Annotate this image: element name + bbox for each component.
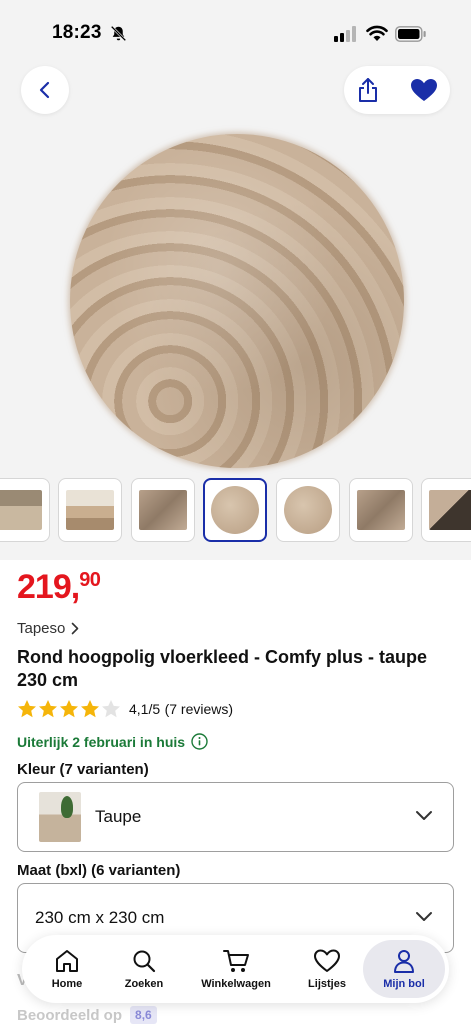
chevron-down-icon <box>416 912 432 921</box>
thumbnail-image <box>139 490 187 530</box>
delivery-text: Uiterlijk 2 februari in huis <box>17 733 186 750</box>
price: 219,90 <box>17 568 101 607</box>
thumbnail-active[interactable] <box>203 478 267 542</box>
star-icon <box>81 700 99 718</box>
size-value: 230 cm x 230 cm <box>35 908 165 927</box>
thumbnail[interactable] <box>131 478 195 542</box>
rated-on: Beoordeeld op 8,6 <box>17 1006 157 1024</box>
thumbnail[interactable] <box>58 478 122 542</box>
nav-label: Zoeken <box>124 978 164 990</box>
color-select[interactable]: Taupe <box>17 782 454 852</box>
info-icon[interactable] <box>191 733 208 750</box>
thumbnail[interactable] <box>0 478 50 542</box>
star-icon <box>18 700 36 718</box>
star-rating <box>17 699 121 719</box>
star-icon <box>39 700 57 718</box>
product-title: Rond hoogpolig vloerkleed - Comfy plus -… <box>17 647 428 690</box>
nav-search[interactable]: Zoeken <box>112 935 176 1003</box>
price-main: 219, <box>17 568 80 606</box>
color-value: Taupe <box>95 807 142 826</box>
thumbnail[interactable] <box>276 478 340 542</box>
rated-on-text: Beoordeeld op <box>17 1006 123 1024</box>
heart-filled-icon[interactable] <box>410 78 438 102</box>
cart-icon <box>223 950 249 972</box>
nav-label: Mijn bol <box>383 978 425 990</box>
back-button[interactable] <box>21 66 69 114</box>
thumbnail-image <box>357 490 405 530</box>
rating-value: 4,1/5 <box>129 701 161 717</box>
nav-lists[interactable]: Lijstjes <box>296 935 358 1003</box>
status-time: 18:23 <box>52 22 102 43</box>
thumbnail-image <box>211 486 259 534</box>
status-bar: 18:23 <box>0 0 471 62</box>
battery-icon <box>395 26 426 42</box>
star-empty-icon <box>102 700 120 718</box>
thumbnail-strip <box>0 477 471 543</box>
nav-label: Home <box>51 978 83 990</box>
wifi-icon <box>366 25 388 41</box>
bottom-nav: Home Zoeken Winkelwagen Lijstjes Mijn bo… <box>22 935 449 1003</box>
bell-muted-icon <box>110 25 127 42</box>
color-swatch-image <box>39 792 81 842</box>
action-pill <box>344 66 450 114</box>
share-button[interactable] <box>356 77 380 103</box>
thumbnail-image <box>66 490 114 530</box>
chevron-left-icon <box>39 81 50 99</box>
user-icon <box>394 950 414 973</box>
brand-name: Tapeso <box>17 620 66 637</box>
star-icon <box>60 700 78 718</box>
chevron-right-icon <box>72 622 79 635</box>
heart-outline-icon <box>314 949 340 972</box>
home-icon <box>56 950 78 972</box>
size-label: Maat (bxl) (6 varianten) <box>17 862 181 879</box>
rated-score-badge: 8,6 <box>130 1006 157 1024</box>
product-image[interactable] <box>70 134 404 468</box>
nav-home[interactable]: Home <box>36 935 98 1003</box>
nav-cart[interactable]: Winkelwagen <box>192 935 280 1003</box>
nav-label: Winkelwagen <box>201 978 271 990</box>
delivery-info: Uiterlijk 2 februari in huis <box>17 733 208 750</box>
thumbnail[interactable] <box>421 478 471 542</box>
signal-icon <box>334 26 356 42</box>
nav-my-account[interactable]: Mijn bol <box>363 940 445 998</box>
brand-link[interactable]: Tapeso <box>17 620 79 637</box>
price-cents: 90 <box>79 569 101 591</box>
rating-reviews: (7 reviews) <box>164 701 234 717</box>
thumbnail-image <box>0 490 42 530</box>
rating[interactable]: 4,1/5 (7 reviews) <box>17 699 233 719</box>
search-icon <box>133 950 156 973</box>
thumbnail[interactable] <box>349 478 413 542</box>
color-label: Kleur (7 varianten) <box>17 761 149 778</box>
chevron-down-icon <box>416 811 432 820</box>
thumbnail-image <box>429 490 471 530</box>
nav-label: Lijstjes <box>308 978 346 990</box>
thumbnail-image <box>284 486 332 534</box>
